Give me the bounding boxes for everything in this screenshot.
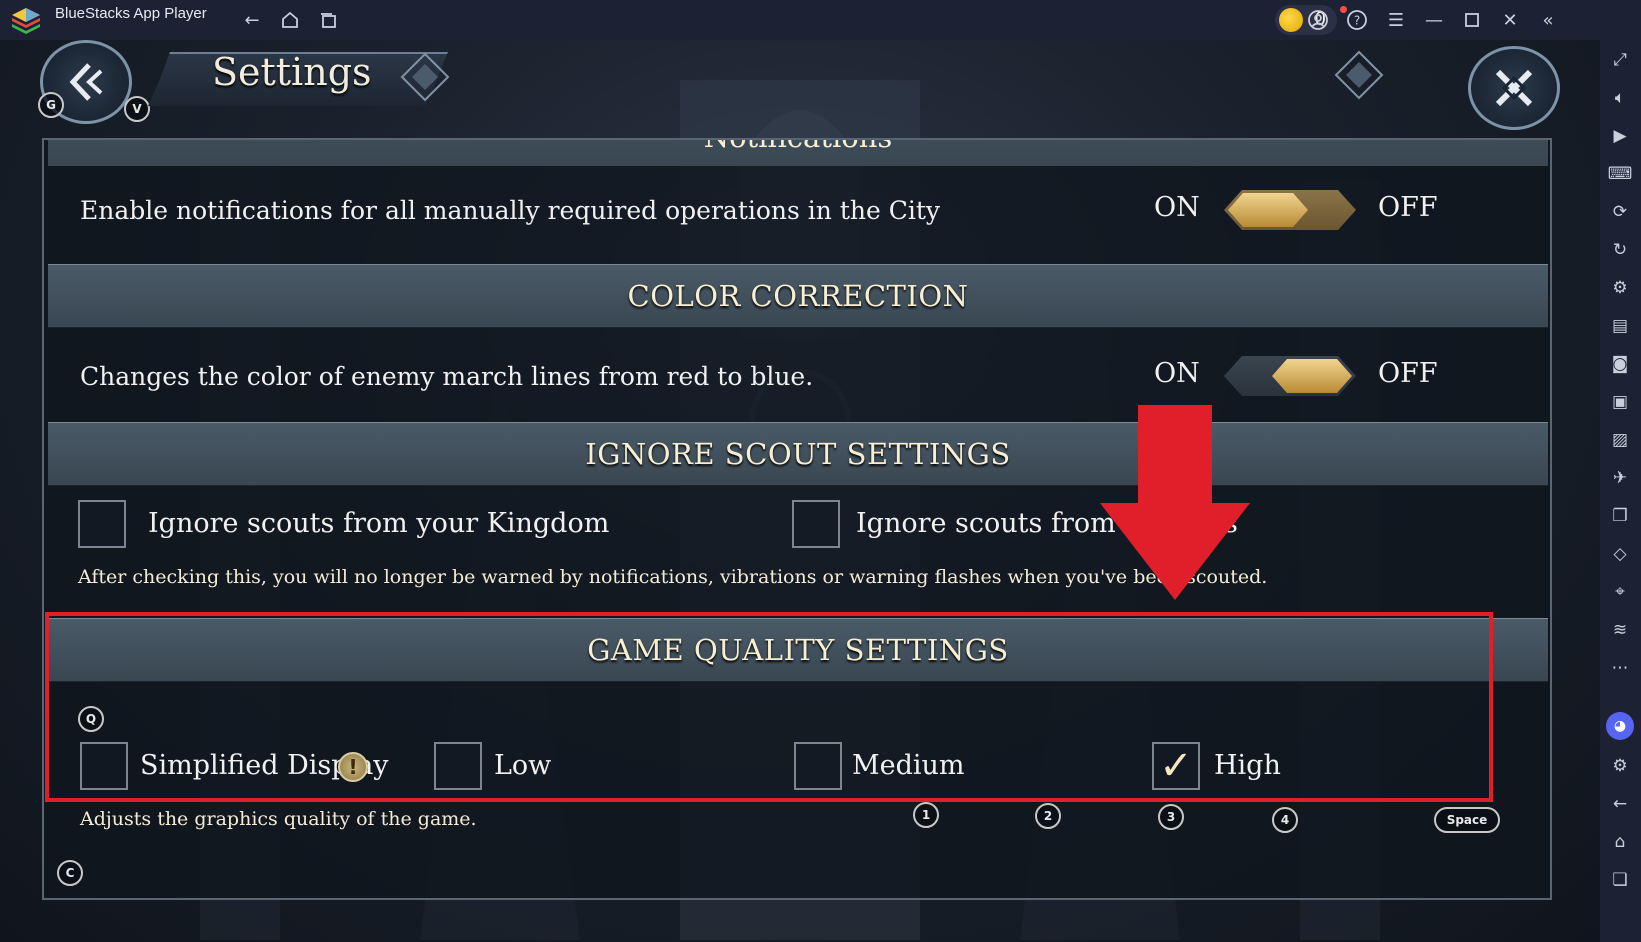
ignore-other-checkbox[interactable] xyxy=(792,500,840,548)
close-x-icon xyxy=(1495,69,1533,107)
key-hint-v: V xyxy=(124,96,150,122)
coin-icon xyxy=(1279,8,1303,32)
apk-icon[interactable]: ▤ xyxy=(1608,314,1632,338)
notifications-on-label: ON xyxy=(1154,192,1200,223)
ignore-kingdom-label: Ignore scouts from your Kingdom xyxy=(148,508,610,539)
screenshot-icon[interactable]: ◙ xyxy=(1608,352,1632,376)
rotate-icon[interactable]: ↻ xyxy=(1608,238,1632,262)
game-viewport: G V Settings Notifications Enable notifi… xyxy=(0,40,1600,942)
color-correction-header: COLOR CORRECTION xyxy=(48,264,1548,328)
volume-icon[interactable]: 🔈︎ xyxy=(1608,86,1632,110)
multi-instance-icon[interactable]: ❐ xyxy=(1608,504,1632,528)
key-hint-space: Space xyxy=(1434,807,1500,833)
close-settings-button[interactable] xyxy=(1468,46,1560,130)
keyboard-icon[interactable]: ⌨ xyxy=(1608,162,1633,186)
notifications-section-header: Notifications xyxy=(48,140,1548,166)
android-home-icon[interactable]: ⌂ xyxy=(1608,830,1632,854)
ignore-kingdom-checkbox[interactable] xyxy=(78,500,126,548)
collapse-sidebar-icon[interactable]: « xyxy=(1536,8,1560,32)
toggle-knob xyxy=(1272,359,1352,393)
back-arrow-icon[interactable]: ← xyxy=(240,8,264,32)
ignore-scout-note: After checking this, you will no longer … xyxy=(78,566,1268,588)
layers-icon[interactable]: ≋ xyxy=(1608,618,1632,642)
key-hint-2: 2 xyxy=(1035,803,1061,829)
bluestacks-logo-icon xyxy=(12,8,40,34)
key-hint-g: G xyxy=(38,92,64,118)
macro-icon[interactable]: ⚙︎ xyxy=(1608,276,1632,300)
fullscreen-icon[interactable]: ⤢ xyxy=(1608,48,1632,72)
android-back-icon[interactable]: ← xyxy=(1608,792,1632,816)
ornament-right-icon xyxy=(1334,50,1384,100)
red-down-arrow-icon xyxy=(1100,405,1250,600)
screen-record-icon[interactable]: ▣ xyxy=(1608,390,1632,414)
airplane-icon[interactable]: ✈ xyxy=(1608,466,1632,490)
ignore-scout-title: IGNORE SCOUT SETTINGS xyxy=(585,437,1011,471)
title-bar: BlueStacks App Player ← 0 ? ☰ — ✕ « xyxy=(0,0,1641,40)
media-icon[interactable]: ▶ xyxy=(1608,124,1632,148)
android-recents-icon[interactable]: ❏ xyxy=(1608,868,1632,892)
more-icon[interactable]: ⋯ xyxy=(1608,656,1632,680)
key-hint-c: C xyxy=(57,860,83,886)
notifications-row-text: Enable notifications for all manually re… xyxy=(80,196,941,225)
color-correction-toggle[interactable] xyxy=(1224,356,1356,396)
discord-icon[interactable]: ◕ xyxy=(1606,712,1634,740)
notifications-toggle[interactable] xyxy=(1224,190,1356,230)
key-hint-3: 3 xyxy=(1158,804,1184,830)
close-window-icon[interactable]: ✕ xyxy=(1498,8,1522,32)
highlight-box xyxy=(45,612,1493,802)
page-title: Settings xyxy=(212,50,372,94)
color-correction-on-label: ON xyxy=(1154,358,1200,389)
help-icon[interactable]: ? xyxy=(1345,8,1369,32)
gallery-icon[interactable]: ▨ xyxy=(1608,428,1632,452)
eco-mode-icon[interactable]: ◇ xyxy=(1608,542,1632,566)
menu-icon[interactable]: ☰ xyxy=(1384,8,1408,32)
toggle-knob xyxy=(1228,193,1308,227)
right-sidebar: ⤢ 🔈︎ ▶ ⌨ ⟳ ↻ ⚙︎ ▤ ◙ ▣ ▨ ✈ ❐ ◇ ⌖ ≋ ⋯ ◕ ⚙ … xyxy=(1600,40,1641,942)
minimize-icon[interactable]: — xyxy=(1422,8,1446,32)
svg-text:?: ? xyxy=(1354,14,1360,28)
key-hint-4: 4 xyxy=(1272,807,1298,833)
notifications-off-label: OFF xyxy=(1378,192,1438,223)
notifications-section-title: Notifications xyxy=(48,140,1548,154)
ignore-scout-header: IGNORE SCOUT SETTINGS xyxy=(48,422,1548,486)
color-correction-off-label: OFF xyxy=(1378,358,1438,389)
settings-gear-icon[interactable]: ⚙ xyxy=(1608,754,1632,778)
key-hint-1: 1 xyxy=(913,802,939,828)
color-correction-row-text: Changes the color of enemy march lines f… xyxy=(80,362,814,391)
location-icon[interactable]: ⌖ xyxy=(1608,580,1632,604)
app-title: BlueStacks App Player xyxy=(55,5,207,22)
record-icon[interactable]: ⟳ xyxy=(1608,200,1632,224)
color-correction-title: COLOR CORRECTION xyxy=(627,279,969,313)
account-icon[interactable] xyxy=(1306,8,1330,32)
maximize-icon[interactable] xyxy=(1460,8,1484,32)
double-chevron-left-icon xyxy=(69,63,103,101)
home-icon[interactable] xyxy=(278,8,302,32)
game-quality-note: Adjusts the graphics quality of the game… xyxy=(80,808,477,830)
recent-apps-icon[interactable] xyxy=(316,8,340,32)
ornament-icon xyxy=(400,52,450,102)
